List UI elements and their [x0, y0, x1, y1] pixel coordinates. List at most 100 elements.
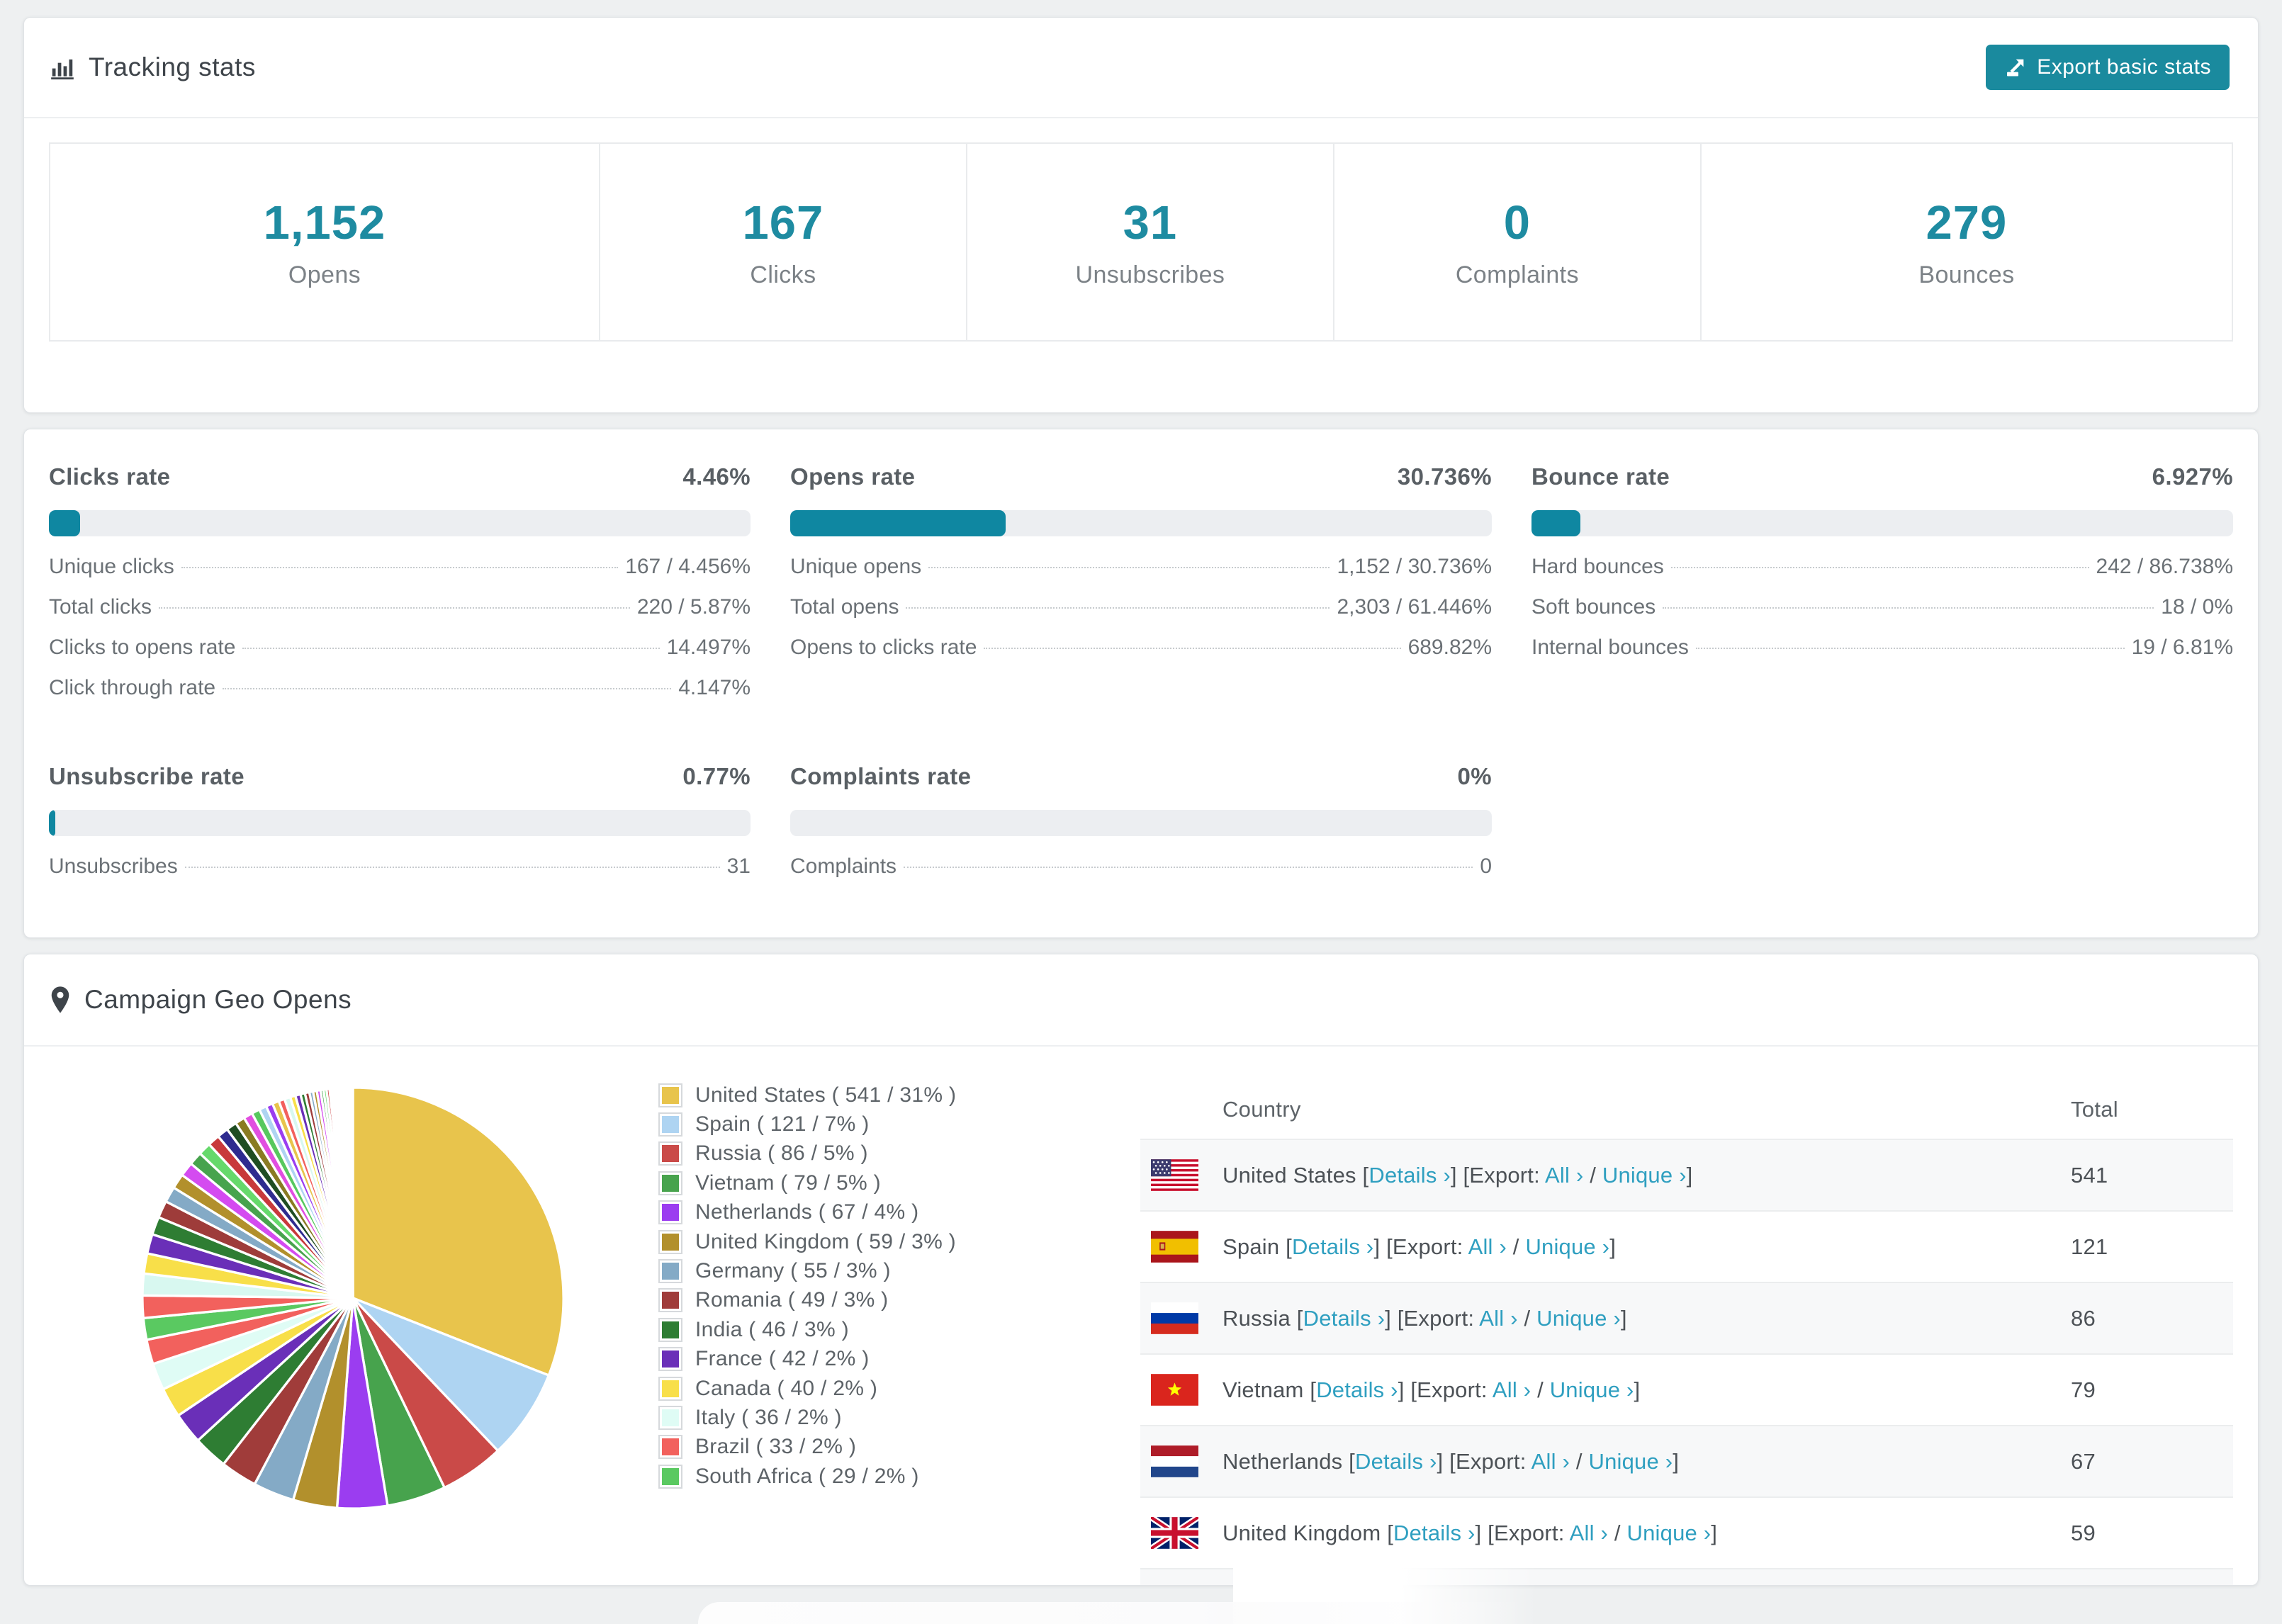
tracking-stats-header: Tracking stats Export basic stats: [24, 18, 2258, 117]
export-unique-link[interactable]: Unique ›: [1550, 1377, 1634, 1402]
tracking-stats-title-text: Tracking stats: [89, 52, 256, 81]
export-all-link[interactable]: All ›: [1570, 1521, 1608, 1545]
legend-swatch: [658, 1376, 682, 1401]
stat-soft-bounces: Soft bounces 18 / 0%: [1531, 595, 2233, 619]
total-cell: 121: [2071, 1234, 2108, 1259]
stat-clicks-to-opens-rate: Clicks to opens rate 14.497%: [49, 636, 751, 659]
export-unique-link[interactable]: Unique ›: [1589, 1449, 1673, 1474]
legend-label: Vietnam ( 79 / 5% ): [695, 1171, 881, 1195]
geo-title-text: Campaign Geo Opens: [84, 985, 352, 1014]
legend-label: Spain ( 121 / 7% ): [695, 1112, 870, 1137]
bar-chart-icon: [49, 54, 76, 81]
export-unique-link[interactable]: Unique ›: [1536, 1306, 1621, 1331]
legend-label: Germany ( 55 / 3% ): [695, 1259, 891, 1283]
legend-item: Brazil ( 33 / 2% ): [658, 1433, 1123, 1462]
clicks-rate-title: Clicks rate: [49, 463, 171, 490]
clicks-rate-bar: [49, 510, 751, 536]
complaints-count: 0: [1503, 196, 1531, 249]
country-flag-ru: [1140, 1282, 1222, 1354]
export-all-link[interactable]: All ›: [1493, 1377, 1531, 1402]
bounces-label: Bounces: [1918, 261, 2015, 288]
stat-complaints: Complaints 0: [790, 855, 1492, 878]
geo-header: Campaign Geo Opens: [24, 954, 2258, 1045]
bounce-rate-panel: Bounce rate 6.927% Hard bounces 242 / 86.…: [1531, 463, 2233, 716]
details-link[interactable]: Details ›: [1368, 1163, 1451, 1188]
legend-label: France ( 42 / 2% ): [695, 1347, 870, 1371]
legend-item: Vietnam ( 79 / 5% ): [658, 1168, 1123, 1197]
geo-table-row: Russia [Details ›] [Export: All › / Uniq…: [1140, 1282, 2233, 1354]
stat-click-through-rate: Click through rate 4.147%: [49, 676, 751, 699]
legend-label: United Kingdom ( 59 / 3% ): [695, 1229, 956, 1253]
export-all-link[interactable]: All ›: [1479, 1306, 1517, 1331]
details-link[interactable]: Details ›: [1316, 1377, 1398, 1402]
country-name: United States: [1222, 1162, 1356, 1188]
total-cell: 86: [2071, 1305, 2096, 1331]
country-column-header: Country: [1222, 1097, 1301, 1122]
legend-label: Italy ( 36 / 2% ): [695, 1405, 842, 1429]
legend-item: Italy ( 36 / 2% ): [658, 1403, 1123, 1432]
legend-label: Brazil ( 33 / 2% ): [695, 1435, 857, 1459]
legend-label: Russia ( 86 / 5% ): [695, 1141, 868, 1166]
legend-item: Russia ( 86 / 5% ): [658, 1139, 1123, 1168]
legend-swatch: [658, 1405, 682, 1430]
geo-pie-chart: [49, 1081, 637, 1516]
geo-legend: United States ( 541 / 31% ) Spain ( 121 /…: [658, 1081, 1123, 1491]
details-link[interactable]: Details ›: [1355, 1449, 1437, 1474]
export-all-link[interactable]: All ›: [1545, 1163, 1583, 1188]
rates-card: Clicks rate 4.46% Unique clicks 167 / 4.4…: [23, 429, 2259, 938]
white-band-overlay: [698, 1602, 1531, 1624]
total-cell: 59: [2071, 1520, 2096, 1545]
export-all-link[interactable]: All ›: [1468, 1234, 1507, 1259]
country-name: Vietnam: [1222, 1377, 1304, 1402]
unsubscribe-rate-panel: Unsubscribe rate 0.77% Unsubscribes 31: [49, 763, 751, 895]
opens-rate-value: 30.736%: [1397, 463, 1492, 490]
geo-opens-card: Campaign Geo Opens United States ( 541 /…: [23, 954, 2259, 1586]
export-icon: [2004, 56, 2027, 79]
legend-item: Romania ( 49 / 3% ): [658, 1286, 1123, 1315]
stat-unique-opens: Unique opens 1,152 / 30.736%: [790, 555, 1492, 578]
geo-table-row: United States [Details ›] [Export: All ›…: [1140, 1139, 2233, 1211]
stat-internal-bounces: Internal bounces 19 / 6.81%: [1531, 636, 2233, 659]
legend-item: United States ( 541 / 31% ): [658, 1081, 1123, 1110]
total-cell: 79: [2071, 1377, 2096, 1402]
legend-swatch: [658, 1171, 682, 1195]
geo-table-row: Netherlands [Details ›] [Export: All › /…: [1140, 1426, 2233, 1497]
opens-rate-panel: Opens rate 30.736% Unique opens 1,152 / 3…: [790, 463, 1492, 716]
tracking-stats-card: Tracking stats Export basic stats 1,152 …: [23, 17, 2259, 413]
total-cell: 55: [2070, 1569, 2233, 1585]
geo-table-row: Spain [Details ›] [Export: All › / Uniqu…: [1140, 1211, 2233, 1282]
unsubscribe-rate-title: Unsubscribe rate: [49, 763, 244, 789]
complaints-label: Complaints: [1455, 261, 1579, 288]
clicks-label: Clicks: [750, 261, 816, 288]
export-unique-link[interactable]: Unique ›: [1525, 1234, 1609, 1259]
legend-swatch: [658, 1259, 682, 1284]
legend-label: United States ( 541 / 31% ): [695, 1083, 957, 1107]
details-link[interactable]: Details ›: [1393, 1521, 1476, 1545]
country-flag-de: [1140, 1569, 1222, 1585]
opens-rate-title: Opens rate: [790, 463, 916, 490]
summary-box-complaints: 0 Complaints: [1332, 144, 1700, 340]
export-basic-stats-button[interactable]: Export basic stats: [1986, 45, 2230, 90]
details-link[interactable]: Details ›: [1292, 1234, 1374, 1259]
clicks-rate-value: 4.46%: [682, 463, 751, 490]
export-all-link[interactable]: All ›: [1531, 1449, 1570, 1474]
bounce-rate-bar: [1531, 510, 2233, 536]
geo-table-header-row: Country Total: [1140, 1081, 2233, 1139]
summary-box-unsubscribes: 31 Unsubscribes: [965, 144, 1333, 340]
legend-item: India ( 46 / 3% ): [658, 1315, 1123, 1344]
details-link[interactable]: Details ›: [1303, 1306, 1386, 1331]
country-flag-gb: [1140, 1497, 1222, 1569]
legend-swatch: [658, 1083, 682, 1107]
legend-swatch: [658, 1200, 682, 1225]
export-unique-link[interactable]: Unique ›: [1602, 1163, 1687, 1188]
geo-table-row: Vietnam [Details ›] [Export: All › / Uni…: [1140, 1354, 2233, 1426]
total-cell: 541: [2071, 1162, 2108, 1188]
export-unique-link[interactable]: Unique ›: [1627, 1521, 1712, 1545]
summary-box-opens: 1,152 Opens: [50, 144, 599, 340]
map-pin-icon: [49, 986, 72, 1014]
legend-swatch: [658, 1464, 682, 1489]
summary-box-clicks: 167 Clicks: [598, 144, 966, 340]
country-flag-es: [1140, 1211, 1222, 1282]
bounces-count: 279: [1926, 196, 2008, 249]
stat-opens-to-clicks-rate: Opens to clicks rate 689.82%: [790, 636, 1492, 659]
